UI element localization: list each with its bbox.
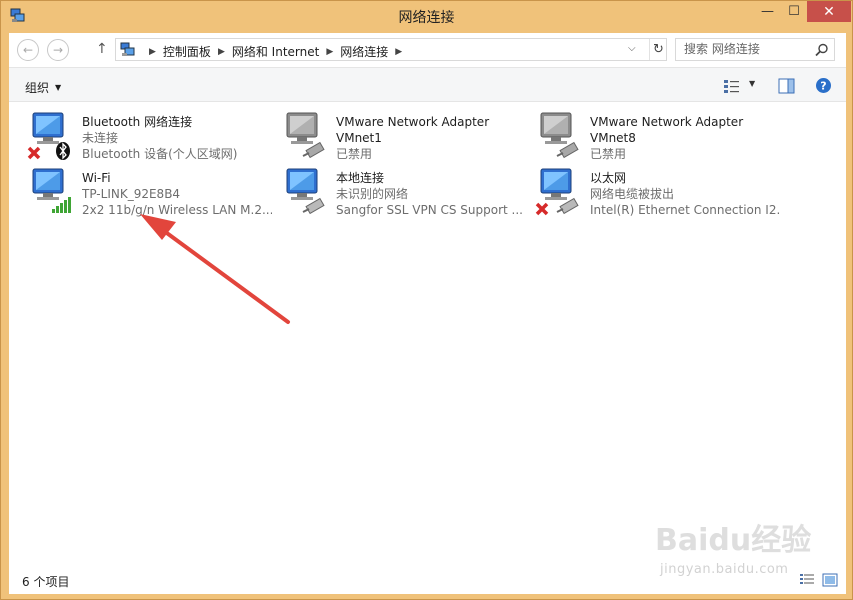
network-adapter-icon: [27, 112, 70, 160]
connection-name: 本地连接: [336, 171, 385, 185]
connection-device: Sangfor SSL VPN CS Support ...: [336, 203, 523, 217]
item-count: 6 个项目: [22, 575, 70, 589]
back-button[interactable]: ←: [17, 39, 39, 61]
connection-subname: VMnet8: [590, 131, 636, 145]
x-icon: [27, 146, 41, 160]
network-adapter-icon: [32, 168, 71, 213]
breadcrumb-separator-icon[interactable]: ▶: [218, 47, 225, 57]
explorer-window: 网络连接 — ☐ ✕ ← → ↑ ▶ 控制面板 ▶ 网络和 Internet ▶…: [0, 0, 853, 600]
help-icon[interactable]: ?: [815, 77, 832, 94]
connection-name: Bluetooth 网络连接: [82, 115, 193, 129]
forward-button[interactable]: →: [47, 39, 69, 61]
chevron-down-icon: ▼: [55, 83, 62, 92]
view-options-chevron-down-icon[interactable]: ▼: [749, 79, 755, 88]
network-cable-icon: [556, 197, 579, 215]
command-bar: 组织 ▼ ▼ ?: [9, 67, 846, 102]
breadcrumb-network-connections[interactable]: 网络连接: [340, 43, 388, 60]
details-view-icon[interactable]: [799, 573, 815, 587]
preview-pane-icon[interactable]: [778, 78, 795, 94]
svg-text:?: ?: [820, 80, 826, 93]
arrow-left-icon: ←: [22, 43, 34, 57]
refresh-icon: ↻: [653, 42, 664, 57]
title-bar[interactable]: 网络连接 — ☐ ✕: [1, 1, 852, 31]
connection-device: Bluetooth 设备(个人区域网): [82, 147, 238, 161]
connection-status: 网络电缆被拔出: [590, 187, 675, 201]
connection-item-vmnet8[interactable]: VMware Network Adapter VMnet8 已禁用: [527, 106, 780, 162]
connection-status: 已禁用: [590, 147, 627, 161]
connection-item-wifi[interactable]: Wi-Fi TP-LINK_92E8B4 2x2 11b/g/n Wireles…: [19, 162, 272, 218]
connection-status: 已禁用: [336, 147, 373, 161]
connection-device: 2x2 11b/g/n Wireless LAN M.2...: [82, 203, 272, 217]
search-input[interactable]: [684, 42, 804, 56]
connection-text: VMware Network Adapter VMnet1 已禁用: [336, 114, 526, 162]
breadcrumb: ▶ 控制面板 ▶ 网络和 Internet ▶ 网络连接 ▶: [142, 43, 409, 60]
connection-text: 以太网 网络电缆被拔出 Intel(R) Ethernet Connection…: [590, 170, 780, 218]
connection-status: 未连接: [82, 131, 119, 145]
connection-item-vmnet1[interactable]: VMware Network Adapter VMnet1 已禁用: [273, 106, 526, 162]
minimize-button[interactable]: —: [754, 1, 781, 22]
breadcrumb-separator-icon[interactable]: ▶: [149, 47, 156, 57]
navigation-bar: ← → ↑ ▶ 控制面板 ▶ 网络和 Internet ▶ 网络连接 ▶ ⌵ ↻: [9, 33, 846, 67]
address-bar[interactable]: ▶ 控制面板 ▶ 网络和 Internet ▶ 网络连接 ▶ ⌵ ↻: [115, 38, 667, 61]
connection-name: Wi-Fi: [82, 171, 111, 185]
connection-text: 本地连接 未识别的网络 Sangfor SSL VPN CS Support .…: [336, 170, 526, 218]
connection-text: Bluetooth 网络连接 未连接 Bluetooth 设备(个人区域网): [82, 114, 272, 162]
breadcrumb-control-panel[interactable]: 控制面板: [163, 43, 211, 60]
up-button[interactable]: ↑: [96, 41, 108, 57]
window-title: 网络连接: [398, 10, 455, 26]
x-icon: [535, 202, 549, 216]
breadcrumb-separator-icon[interactable]: ▶: [395, 47, 402, 57]
address-history-chevron-down-icon[interactable]: ⌵: [628, 43, 636, 54]
connection-item-local[interactable]: 本地连接 未识别的网络 Sangfor SSL VPN CS Support .…: [273, 162, 526, 218]
breadcrumb-separator-icon[interactable]: ▶: [326, 47, 333, 57]
connection-text: Wi-Fi TP-LINK_92E8B4 2x2 11b/g/n Wireles…: [82, 170, 272, 218]
baidu-watermark-logo: Baidu经验: [655, 523, 812, 558]
organize-label: 组织: [25, 81, 50, 95]
search-icon[interactable]: [814, 42, 830, 58]
connection-network: TP-LINK_92E8B4: [82, 187, 181, 201]
connection-subname: VMnet1: [336, 131, 382, 145]
bluetooth-icon: [56, 142, 70, 160]
network-adapter-disabled-icon: [286, 112, 325, 159]
refresh-button[interactable]: ↻: [649, 39, 667, 60]
network-adapter-disabled-icon: [540, 112, 579, 159]
connection-device: Intel(R) Ethernet Connection I2...: [590, 203, 780, 217]
connection-item-ethernet[interactable]: 以太网 网络电缆被拔出 Intel(R) Ethernet Connection…: [527, 162, 780, 218]
arrow-right-icon: →: [52, 43, 64, 57]
organize-button[interactable]: 组织 ▼: [25, 79, 61, 96]
connection-item-bluetooth[interactable]: Bluetooth 网络连接 未连接 Bluetooth 设备(个人区域网): [19, 106, 272, 162]
connections-list: Bluetooth 网络连接 未连接 Bluetooth 设备(个人区域网) V…: [9, 102, 846, 566]
baidu-watermark-url: jingyan.baidu.com: [660, 562, 789, 577]
connection-text: VMware Network Adapter VMnet8 已禁用: [590, 114, 780, 162]
close-button[interactable]: ✕: [807, 1, 851, 22]
control-panel-icon: [120, 42, 135, 56]
large-icons-view-icon[interactable]: [822, 573, 838, 587]
connection-status: 未识别的网络: [336, 187, 409, 201]
connection-name: VMware Network Adapter: [336, 115, 490, 129]
change-view-icon[interactable]: [723, 78, 741, 94]
network-cable-icon: [302, 197, 325, 215]
breadcrumb-network-internet[interactable]: 网络和 Internet: [232, 43, 319, 60]
network-adapter-icon: [535, 168, 579, 216]
maximize-button[interactable]: ☐: [781, 1, 807, 22]
search-box[interactable]: [675, 38, 835, 61]
network-cable-icon: [302, 141, 325, 159]
arrow-up-icon: ↑: [96, 41, 108, 57]
network-cable-icon: [556, 141, 579, 159]
network-adapter-icon: [286, 168, 325, 215]
connection-name: VMware Network Adapter: [590, 115, 744, 129]
connection-name: 以太网: [590, 171, 627, 185]
